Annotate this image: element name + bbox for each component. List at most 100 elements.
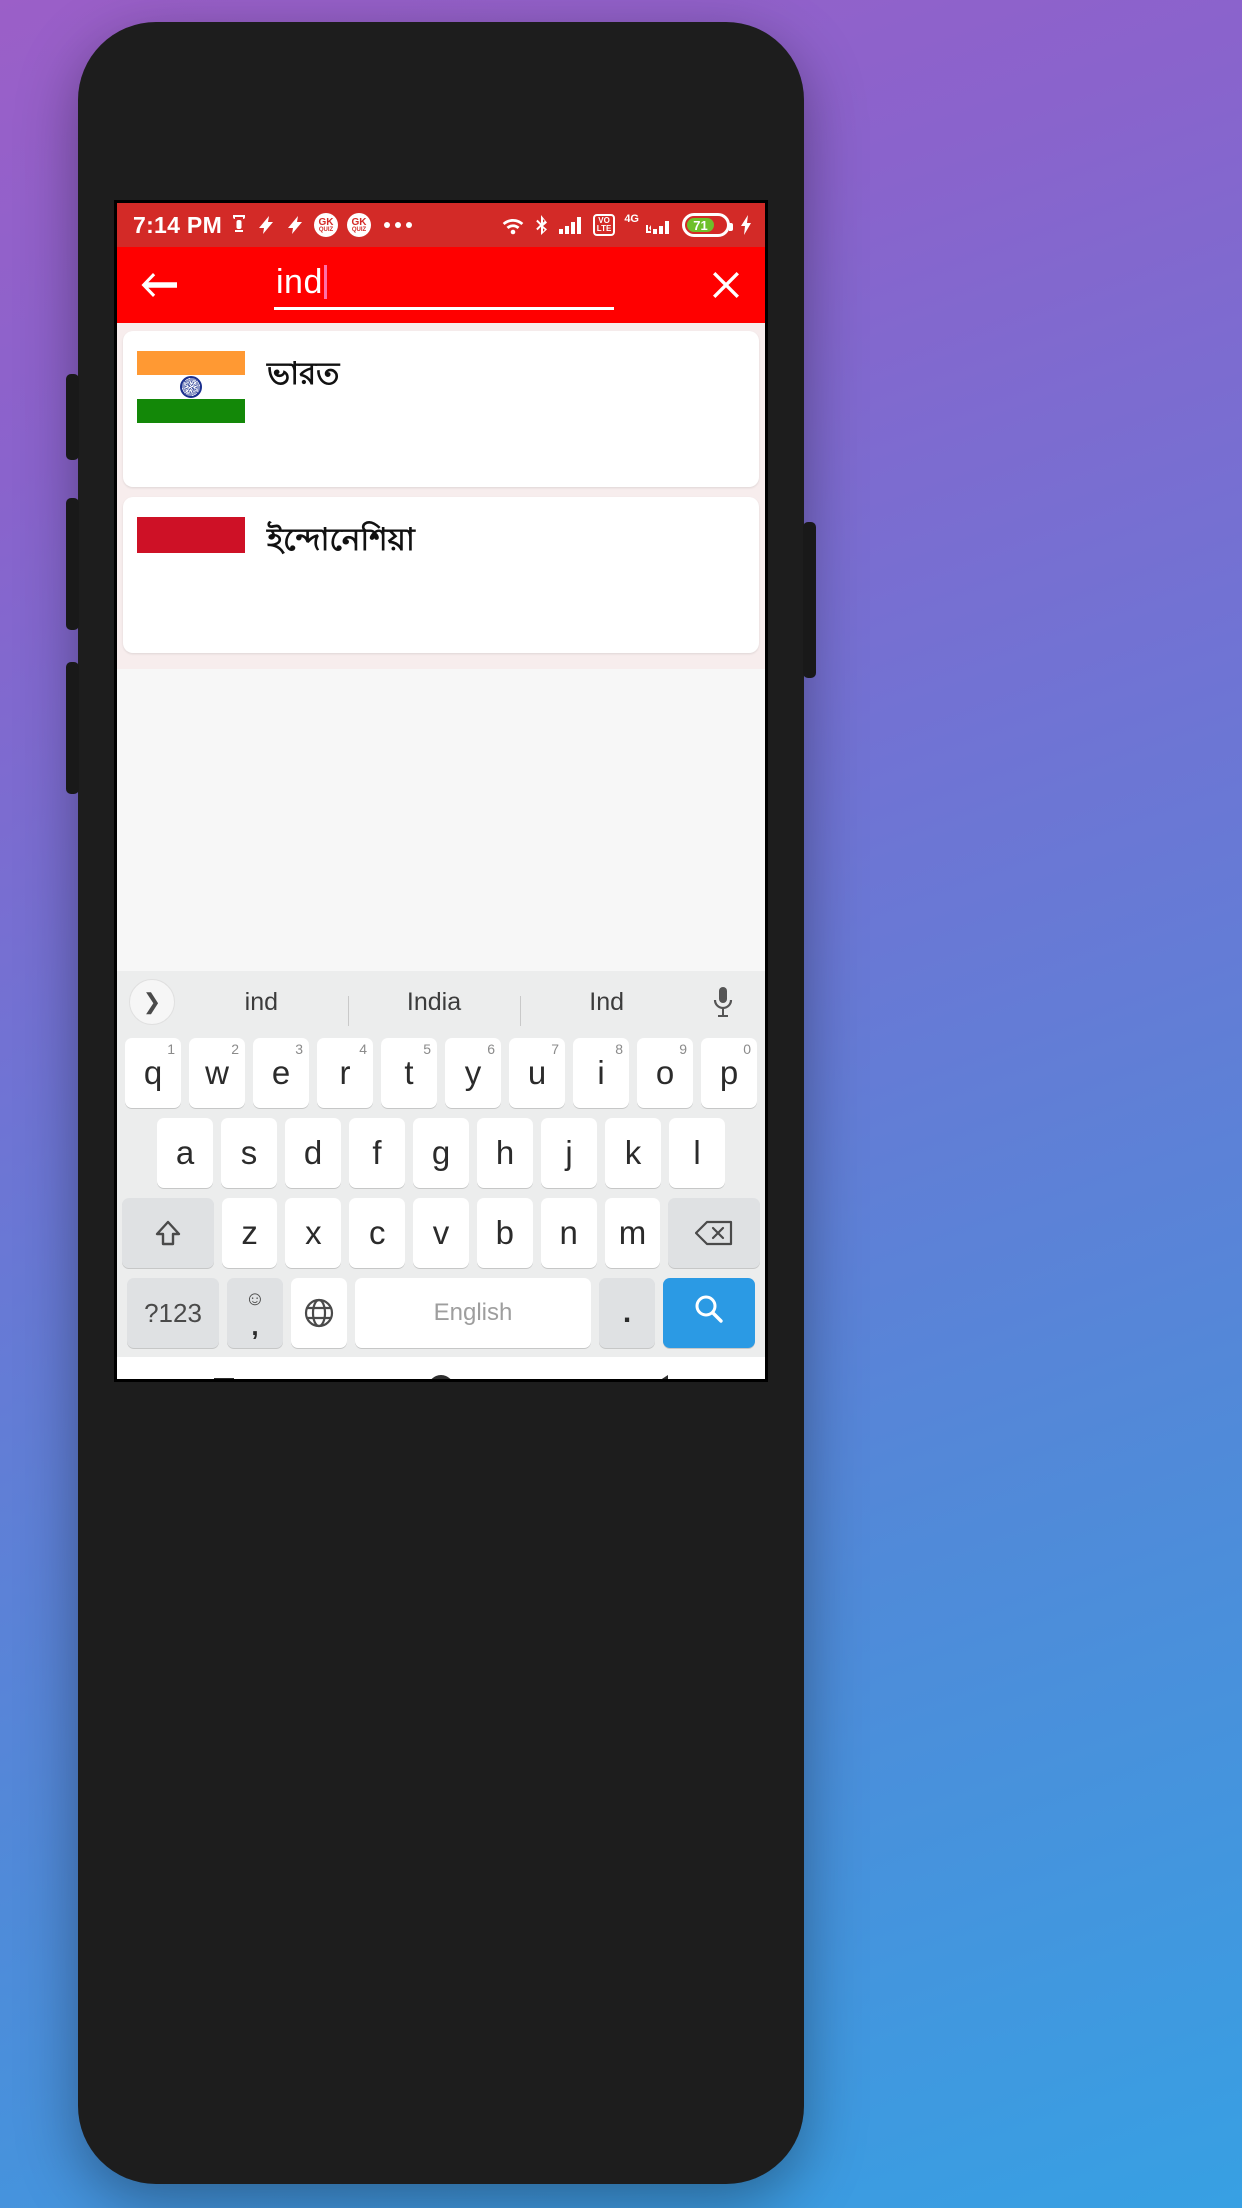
key-l[interactable]: l	[669, 1118, 725, 1188]
close-x-icon[interactable]	[709, 268, 743, 302]
phone-device: 7:14 PM GK QUIZ GK QUIZ VO LTE 4G 71 ind…	[66, 22, 816, 2184]
key-e-label: e	[271, 1054, 291, 1091]
key-o-label: o	[655, 1054, 675, 1091]
key-d[interactable]: d	[285, 1118, 341, 1188]
status-bar: 7:14 PM GK QUIZ GK QUIZ VO LTE 4G 71	[117, 203, 765, 247]
key-m[interactable]: m	[604, 1198, 661, 1268]
key-h[interactable]: h	[477, 1118, 533, 1188]
numeric-toggle-key[interactable]: ?123	[127, 1278, 219, 1348]
signal-icon	[558, 215, 584, 235]
key-k[interactable]: k	[605, 1118, 661, 1188]
gk-quiz-badge-2: GK QUIZ	[347, 213, 372, 237]
key-i[interactable]: 8i	[573, 1038, 629, 1108]
backspace-icon[interactable]	[668, 1198, 761, 1268]
phone-screen: 7:14 PM GK QUIZ GK QUIZ VO LTE 4G 71 ind…	[114, 200, 768, 1382]
key-u[interactable]: 7u	[509, 1038, 565, 1108]
list-item[interactable]: ভারত	[123, 331, 759, 487]
list-item[interactable]: ইন্দোনেশিয়া	[123, 497, 759, 653]
search-enter-key[interactable]	[663, 1278, 755, 1348]
key-h-label: h	[495, 1134, 515, 1171]
key-w[interactable]: 2w	[189, 1038, 245, 1108]
bluetooth-icon	[535, 214, 549, 236]
key-l-label: l	[693, 1134, 701, 1171]
4g-signal-icon	[645, 215, 673, 235]
search-app-bar: ind	[117, 247, 765, 323]
device-volume-down-button[interactable]	[66, 662, 79, 794]
back-arrow-icon[interactable]	[139, 270, 179, 300]
key-p-number: 0	[743, 1041, 751, 1057]
key-c[interactable]: c	[349, 1198, 406, 1268]
empty-list-area	[117, 669, 765, 971]
device-volume-up-button[interactable]	[66, 498, 79, 630]
device-button-left-1[interactable]	[66, 374, 79, 460]
gk-quiz-badge-1: GK QUIZ	[314, 213, 339, 237]
gk-badge-sub: QUIZ	[318, 226, 334, 233]
triangle-back-icon[interactable]	[648, 1375, 668, 1379]
flag-indonesia-icon	[137, 517, 245, 589]
wifi-icon	[500, 215, 526, 235]
key-v[interactable]: v	[413, 1198, 469, 1268]
key-r[interactable]: 4r	[317, 1038, 373, 1108]
circle-home-icon[interactable]	[428, 1375, 454, 1379]
suggestion-item-1[interactable]: ind	[175, 988, 348, 1017]
key-v-label: v	[432, 1214, 450, 1251]
key-p[interactable]: 0p	[701, 1038, 757, 1108]
space-key-label: English	[433, 1299, 513, 1326]
status-bar-left: 7:14 PM GK QUIZ GK QUIZ	[133, 212, 500, 239]
shift-up-icon[interactable]	[121, 1198, 214, 1268]
suggestion-item-3[interactable]: Ind	[520, 988, 693, 1026]
period-label: .	[622, 1296, 632, 1329]
search-field-wrap: ind	[179, 261, 709, 310]
search-input[interactable]: ind	[274, 261, 614, 310]
key-z[interactable]: z	[221, 1198, 278, 1268]
app-icon-1	[256, 215, 276, 235]
status-time: 7:14 PM	[133, 211, 223, 238]
key-r-label: r	[339, 1054, 351, 1091]
search-results-list: ভারত ইন্দোনেশিয়া	[117, 323, 765, 669]
search-magnifier-icon	[693, 1293, 725, 1333]
key-j[interactable]: j	[541, 1118, 597, 1188]
key-q[interactable]: 1q	[125, 1038, 181, 1108]
key-x-label: x	[305, 1214, 322, 1251]
key-t[interactable]: 5t	[381, 1038, 437, 1108]
key-n[interactable]: n	[540, 1198, 597, 1268]
key-k-label: k	[624, 1134, 642, 1171]
key-w-label: w	[205, 1054, 229, 1091]
key-t-label: t	[404, 1054, 414, 1091]
key-i-label: i	[597, 1054, 605, 1091]
comma-label: ,	[251, 1311, 259, 1341]
chevron-right-icon[interactable]: ❯	[129, 979, 175, 1025]
device-power-button[interactable]	[803, 522, 816, 678]
microphone-icon[interactable]	[693, 985, 753, 1019]
key-o[interactable]: 9o	[637, 1038, 693, 1108]
keyboard-row-1: 1q 2w 3e 4r 5t 6y 7u 8i 9o 0p	[117, 1033, 765, 1113]
key-u-label: u	[527, 1054, 547, 1091]
key-g[interactable]: g	[413, 1118, 469, 1188]
text-caret	[323, 264, 327, 299]
key-j-label: j	[565, 1134, 573, 1171]
square-recents-icon[interactable]	[214, 1378, 234, 1379]
battery-percent: 71	[687, 218, 714, 233]
key-y[interactable]: 6y	[445, 1038, 501, 1108]
suggestion-item-2[interactable]: India	[347, 988, 521, 1026]
flag-india-icon	[137, 351, 245, 423]
key-e[interactable]: 3e	[253, 1038, 309, 1108]
globe-language-icon[interactable]	[291, 1278, 347, 1348]
key-a-label: a	[175, 1134, 195, 1171]
key-f[interactable]: f	[349, 1118, 405, 1188]
key-b[interactable]: b	[476, 1198, 533, 1268]
key-y-label: y	[464, 1054, 482, 1091]
emoji-comma-key[interactable]: ☺ ,	[227, 1278, 283, 1348]
network-type-label: 4G	[624, 213, 639, 225]
space-key[interactable]: English	[355, 1278, 591, 1348]
key-a[interactable]: a	[157, 1118, 213, 1188]
emoji-smiley-icon: ☺	[244, 1288, 266, 1310]
key-x[interactable]: x	[285, 1198, 342, 1268]
key-s[interactable]: s	[221, 1118, 277, 1188]
period-key[interactable]: .	[599, 1278, 655, 1348]
country-name: ইন্দোনেশিয়া	[267, 522, 415, 557]
key-y-number: 6	[487, 1041, 495, 1057]
key-o-number: 9	[679, 1041, 687, 1057]
key-b-label: b	[495, 1214, 514, 1251]
keyboard-row-4: ?123 ☺ , English .	[117, 1273, 765, 1353]
